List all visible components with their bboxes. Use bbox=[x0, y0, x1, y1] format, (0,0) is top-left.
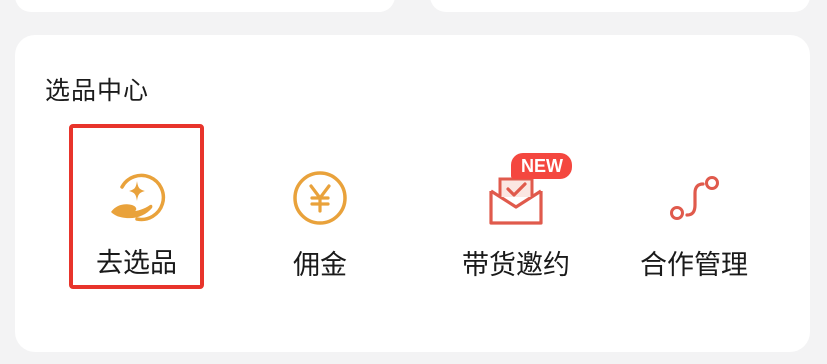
entry-label: 合作管理 bbox=[640, 250, 748, 281]
section-title: 选品中心 bbox=[45, 76, 150, 105]
entry-label: 带货邀约 bbox=[462, 250, 570, 281]
commission-button[interactable]: 佣金 bbox=[250, 143, 390, 313]
go-select-products-button[interactable]: 去选品 bbox=[69, 124, 204, 289]
previous-card-right bbox=[430, 0, 810, 12]
hand-star-icon bbox=[110, 173, 165, 222]
entry-label: 佣金 bbox=[293, 250, 347, 281]
selection-center-panel: 选品中心 去选品 佣金 带货邀约 合作管理 NEW bbox=[15, 35, 810, 352]
new-badge: NEW bbox=[511, 153, 572, 179]
yen-circle-icon bbox=[293, 171, 347, 225]
previous-card-left bbox=[15, 0, 395, 12]
connection-path-icon bbox=[670, 176, 719, 220]
cooperation-management-button[interactable]: 合作管理 bbox=[624, 143, 764, 313]
entry-label: 去选品 bbox=[96, 248, 177, 279]
